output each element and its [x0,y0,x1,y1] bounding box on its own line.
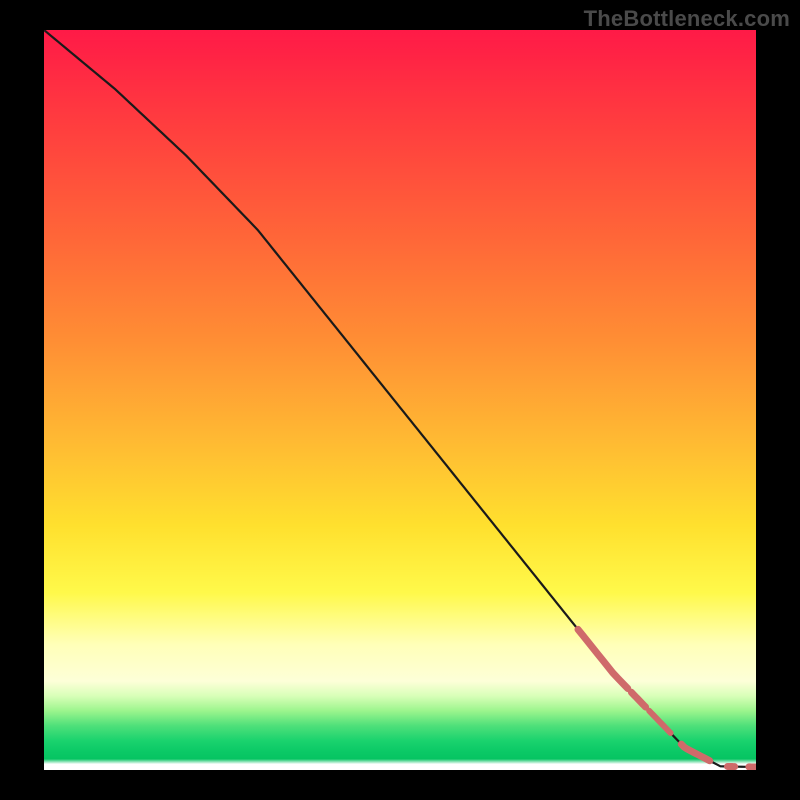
curve-line [44,30,756,767]
curve-marker [681,744,709,761]
watermark-text: TheBottleneck.com [584,6,790,32]
curve-marker [631,692,645,707]
curve-marker [649,711,670,733]
marker-group [578,629,756,767]
chart-container: TheBottleneck.com [0,0,800,800]
plot-area [44,30,756,770]
curve-marker [578,629,628,688]
chart-svg [44,30,756,770]
